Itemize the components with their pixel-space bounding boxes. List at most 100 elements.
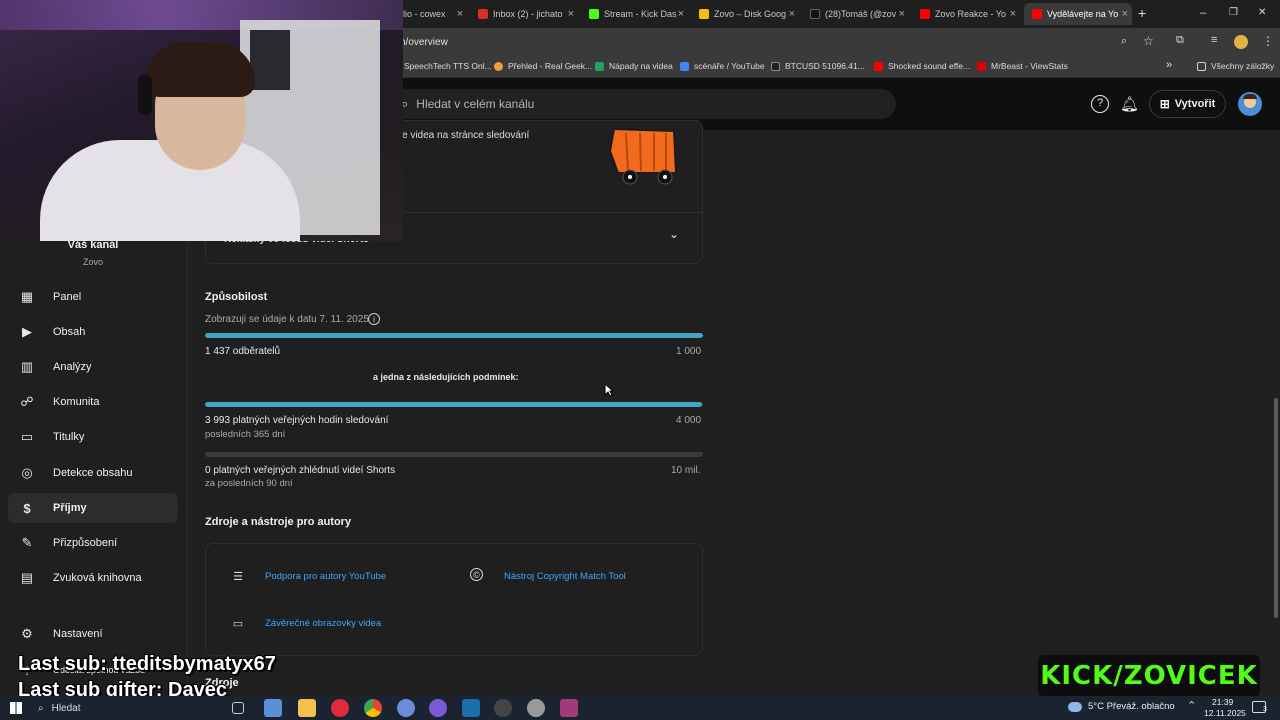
data-date-text: Zobrazuji se údaje k datu 7. 11. 2025 [205, 314, 369, 325]
watch-hours-goal: 4 000 [676, 415, 702, 426]
folder-icon [1197, 61, 1206, 71]
gear-icon: ⚙ [21, 626, 33, 641]
windows-taskbar: ⌕ Hledat 5°C Převáž. oblačno ⌃ 21:39 12.1… [0, 696, 1280, 720]
browser-menu-icon[interactable]: ⋮ [1262, 34, 1274, 48]
watch-hours-progress-fill [205, 402, 702, 407]
sidebar-item-settings[interactable]: ⚙ Nastavení [8, 619, 178, 649]
app-icon[interactable] [397, 699, 415, 717]
browser-tab[interactable]: Zovo Reakce - Yo × [912, 3, 1020, 25]
sidebar-item-content[interactable]: ▶ Obsah [8, 317, 178, 347]
youtube-icon [874, 61, 883, 71]
close-tab-icon[interactable]: × [457, 8, 463, 20]
sidebar-item-analytics[interactable]: ▥ Analýzy [8, 352, 178, 382]
media-icon[interactable]: ≡ [1211, 34, 1217, 46]
end-screen-icon: ▭ [232, 617, 244, 630]
audio-library-icon: ▤ [20, 570, 34, 585]
chrome-icon[interactable] [364, 699, 382, 717]
sidebar-item-audio-library[interactable]: ▤ Zvuková knihovna [8, 563, 178, 593]
browser-tab[interactable]: Stream - Kick Das × [581, 3, 688, 25]
new-tab-button[interactable]: + [1138, 5, 1146, 21]
weather-widget[interactable]: 5°C Převáž. oblačno [1068, 701, 1175, 712]
taskbar-search[interactable]: ⌕ Hledat [32, 698, 222, 718]
copyright-match-tool-link[interactable]: Nástroj Copyright Match Tool [504, 571, 626, 582]
copyright-icon: © [470, 568, 483, 581]
bulb-icon [494, 61, 503, 71]
gmail-icon [478, 9, 488, 19]
app-icon[interactable] [494, 699, 512, 717]
chevron-down-icon[interactable]: ⌄ [669, 227, 679, 241]
search-icon: ⌕ [38, 702, 44, 714]
browser-tab[interactable]: Zovo – Disk Goog × [691, 3, 799, 25]
file-explorer-icon[interactable] [298, 699, 316, 717]
tiktok-icon [810, 9, 820, 19]
content-icon: ▶ [22, 324, 32, 339]
close-window-button[interactable]: ✕ [1258, 7, 1266, 18]
tray-expand-icon[interactable]: ⌃ [1187, 699, 1196, 712]
notifications-icon[interactable]: 🔔︎ [1120, 95, 1139, 113]
url-field[interactable]: n/overview [400, 37, 448, 48]
browser-tab[interactable]: lio - cowex × [395, 3, 467, 25]
create-button[interactable]: ⊞ Vytvořit [1149, 90, 1226, 118]
close-tab-icon[interactable]: × [1010, 8, 1016, 20]
sidebar-item-customization[interactable]: ✎ Přizpůsobení [8, 528, 178, 558]
bookmark-item[interactable]: BTCUSD 51096.41... [771, 61, 865, 71]
close-tab-icon[interactable]: × [899, 8, 905, 20]
subscribers-count: 1 437 odběratelů [205, 346, 281, 357]
kick-logo: KICK/ZOVICEK [1038, 655, 1260, 697]
bookmark-item[interactable]: Shocked sound effe... [874, 61, 970, 71]
close-tab-icon[interactable]: × [1122, 8, 1128, 20]
scrollbar[interactable] [1274, 398, 1278, 618]
close-tab-icon[interactable]: × [678, 8, 684, 20]
watch-hours-period: posledních 365 dní [205, 429, 286, 440]
kick-icon [589, 9, 599, 19]
sidebar-item-dashboard[interactable]: ▦ Panel [8, 282, 178, 312]
task-view-icon[interactable] [232, 702, 244, 714]
windows-start-icon[interactable] [10, 702, 22, 714]
close-tab-icon[interactable]: × [568, 8, 574, 20]
browser-tab[interactable]: Inbox (2) - jichato × [470, 3, 578, 25]
browser-tab-active[interactable]: Vydělávejte na Yo × [1024, 3, 1132, 25]
zoom-icon[interactable]: ⌕ [1121, 35, 1127, 48]
minimize-button[interactable]: – [1200, 7, 1206, 19]
notification-count-badge: 3 [1263, 706, 1267, 713]
earn-icon: $ [23, 500, 31, 516]
watch-hours-progress-bar [205, 402, 703, 407]
sidebar-item-community[interactable]: ☍ Komunita [8, 387, 178, 417]
bookmark-item[interactable]: scénáře / YouTube [680, 61, 765, 71]
restore-button[interactable]: ❐ [1229, 7, 1238, 18]
webcam-shelf-dark [250, 30, 290, 90]
bookmark-item[interactable]: SpeechTech TTS Onl... [404, 61, 492, 71]
creator-support-link[interactable]: Podpora pro autory YouTube [265, 571, 386, 582]
customization-icon: ✎ [21, 535, 33, 550]
bookmarks-more-button[interactable]: » [1166, 59, 1172, 71]
app-icon[interactable] [331, 699, 349, 717]
app-icon[interactable] [429, 699, 447, 717]
all-bookmarks-button[interactable]: Všechny záložky [1197, 61, 1274, 71]
info-icon[interactable]: i [368, 313, 380, 325]
bookmark-item[interactable]: Nápady na videa [595, 61, 673, 71]
sidebar-item-content-detection[interactable]: ◎ Detekce obsahu [8, 458, 178, 488]
account-avatar[interactable] [1238, 92, 1262, 116]
end-screens-link[interactable]: Závěrečné obrazovky videa [265, 618, 381, 629]
browser-tab[interactable]: (28)Tomáš (@zov × [802, 3, 909, 25]
search-input[interactable]: ⌕ Hledat v celém kanálu [392, 89, 896, 119]
bookmark-item[interactable]: Přehled - Real Geek... [494, 61, 592, 71]
shorts-views-period: za posledních 90 dní [205, 478, 293, 489]
app-icon[interactable] [527, 699, 545, 717]
sheets-icon [595, 61, 604, 71]
winrar-icon[interactable] [560, 699, 578, 717]
bookmark-star-icon[interactable]: ☆ [1143, 34, 1154, 48]
vegas-icon[interactable] [462, 699, 480, 717]
profile-icon[interactable] [1234, 35, 1248, 49]
bookmark-item[interactable]: MrBeast - ViewStats [977, 61, 1068, 71]
mouse-cursor-icon [604, 383, 614, 397]
help-icon[interactable]: ? [1091, 95, 1109, 113]
sidebar-item-subtitles[interactable]: ▭ Titulky [8, 422, 178, 452]
resources-title: Zdroje a nástroje pro autory [205, 516, 352, 528]
dashboard-icon: ▦ [20, 289, 34, 304]
app-icon[interactable] [264, 699, 282, 717]
sidebar-item-earn[interactable]: $ Příjmy [8, 493, 178, 523]
support-icon: ☰ [233, 570, 243, 583]
close-tab-icon[interactable]: × [789, 8, 795, 20]
extensions-icon[interactable]: ⧉ [1176, 34, 1184, 47]
